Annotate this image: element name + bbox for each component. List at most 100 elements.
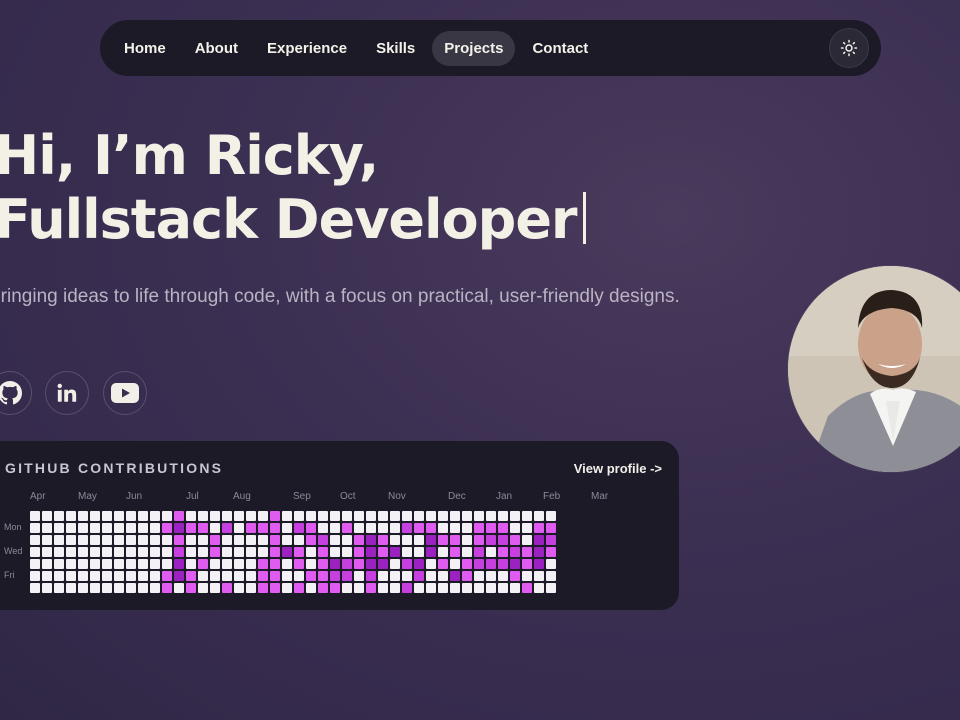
contribution-cell[interactable]	[102, 583, 112, 593]
contribution-cell[interactable]	[474, 547, 484, 557]
contribution-cell[interactable]	[414, 535, 424, 545]
contribution-cell[interactable]	[282, 559, 292, 569]
contribution-cell[interactable]	[402, 523, 412, 533]
contribution-cell[interactable]	[30, 583, 40, 593]
contribution-cell[interactable]	[210, 583, 220, 593]
contribution-cell[interactable]	[126, 571, 136, 581]
github-link[interactable]	[0, 371, 32, 415]
contribution-cell[interactable]	[486, 511, 496, 521]
contribution-cell[interactable]	[498, 571, 508, 581]
contribution-cell[interactable]	[498, 511, 508, 521]
contribution-cell[interactable]	[510, 523, 520, 533]
contribution-cell[interactable]	[222, 571, 232, 581]
contribution-cell[interactable]	[90, 523, 100, 533]
contribution-cell[interactable]	[258, 535, 268, 545]
contribution-cell[interactable]	[66, 535, 76, 545]
contribution-cell[interactable]	[462, 535, 472, 545]
contribution-cell[interactable]	[246, 511, 256, 521]
contribution-cell[interactable]	[234, 511, 244, 521]
contribution-cell[interactable]	[30, 535, 40, 545]
contribution-cell[interactable]	[462, 559, 472, 569]
contribution-cell[interactable]	[366, 583, 376, 593]
contribution-cell[interactable]	[258, 547, 268, 557]
contribution-cell[interactable]	[378, 523, 388, 533]
contribution-cell[interactable]	[150, 559, 160, 569]
contribution-cell[interactable]	[126, 547, 136, 557]
contribution-cell[interactable]	[162, 583, 172, 593]
contribution-cell[interactable]	[414, 571, 424, 581]
contribution-cell[interactable]	[90, 559, 100, 569]
contribution-cell[interactable]	[222, 523, 232, 533]
contribution-cell[interactable]	[498, 559, 508, 569]
contribution-cell[interactable]	[174, 523, 184, 533]
contribution-cell[interactable]	[270, 583, 280, 593]
contribution-cell[interactable]	[390, 535, 400, 545]
contribution-cell[interactable]	[186, 583, 196, 593]
contribution-cell[interactable]	[174, 547, 184, 557]
contribution-cell[interactable]	[42, 547, 52, 557]
contribution-cell[interactable]	[174, 511, 184, 521]
contribution-cell[interactable]	[366, 523, 376, 533]
contribution-cell[interactable]	[522, 559, 532, 569]
contribution-cell[interactable]	[426, 547, 436, 557]
contribution-cell[interactable]	[114, 583, 124, 593]
contribution-cell[interactable]	[234, 559, 244, 569]
contribution-cell[interactable]	[438, 571, 448, 581]
contribution-cell[interactable]	[150, 523, 160, 533]
contribution-cell[interactable]	[342, 571, 352, 581]
contribution-cell[interactable]	[486, 583, 496, 593]
contribution-cell[interactable]	[222, 511, 232, 521]
contribution-cell[interactable]	[522, 535, 532, 545]
contribution-cell[interactable]	[450, 547, 460, 557]
contribution-cell[interactable]	[42, 571, 52, 581]
contribution-cell[interactable]	[306, 571, 316, 581]
contribution-cell[interactable]	[258, 523, 268, 533]
contribution-cell[interactable]	[342, 523, 352, 533]
contribution-cell[interactable]	[462, 571, 472, 581]
contribution-cell[interactable]	[546, 583, 556, 593]
contribution-cell[interactable]	[402, 547, 412, 557]
contribution-cell[interactable]	[282, 583, 292, 593]
contribution-cell[interactable]	[270, 559, 280, 569]
nav-contact[interactable]: Contact	[520, 31, 600, 66]
contribution-cell[interactable]	[474, 523, 484, 533]
contribution-cell[interactable]	[102, 523, 112, 533]
contribution-cell[interactable]	[234, 523, 244, 533]
contribution-cell[interactable]	[342, 511, 352, 521]
contribution-cell[interactable]	[366, 535, 376, 545]
contribution-cell[interactable]	[318, 523, 328, 533]
contribution-cell[interactable]	[162, 571, 172, 581]
contribution-cell[interactable]	[30, 559, 40, 569]
contribution-cell[interactable]	[522, 547, 532, 557]
contribution-cell[interactable]	[90, 535, 100, 545]
contribution-cell[interactable]	[126, 559, 136, 569]
contribution-cell[interactable]	[30, 511, 40, 521]
contribution-cell[interactable]	[174, 571, 184, 581]
contribution-cell[interactable]	[270, 571, 280, 581]
contribution-cell[interactable]	[102, 571, 112, 581]
contribution-cell[interactable]	[54, 511, 64, 521]
contribution-cell[interactable]	[378, 547, 388, 557]
contribution-cell[interactable]	[390, 571, 400, 581]
contribution-cell[interactable]	[438, 535, 448, 545]
contribution-cell[interactable]	[306, 547, 316, 557]
contribution-cell[interactable]	[474, 571, 484, 581]
contribution-cell[interactable]	[450, 571, 460, 581]
contribution-cell[interactable]	[354, 559, 364, 569]
contribution-cell[interactable]	[330, 547, 340, 557]
contribution-cell[interactable]	[162, 511, 172, 521]
contribution-cell[interactable]	[294, 511, 304, 521]
contribution-cell[interactable]	[426, 523, 436, 533]
contribution-cell[interactable]	[54, 571, 64, 581]
contribution-cell[interactable]	[222, 535, 232, 545]
contribution-cell[interactable]	[306, 511, 316, 521]
contribution-cell[interactable]	[246, 535, 256, 545]
contribution-cell[interactable]	[522, 511, 532, 521]
nav-projects[interactable]: Projects	[432, 30, 516, 66]
contribution-cell[interactable]	[354, 511, 364, 521]
contribution-cell[interactable]	[486, 535, 496, 545]
contribution-cell[interactable]	[150, 535, 160, 545]
contribution-cell[interactable]	[186, 511, 196, 521]
contribution-cell[interactable]	[366, 571, 376, 581]
contribution-cell[interactable]	[30, 547, 40, 557]
